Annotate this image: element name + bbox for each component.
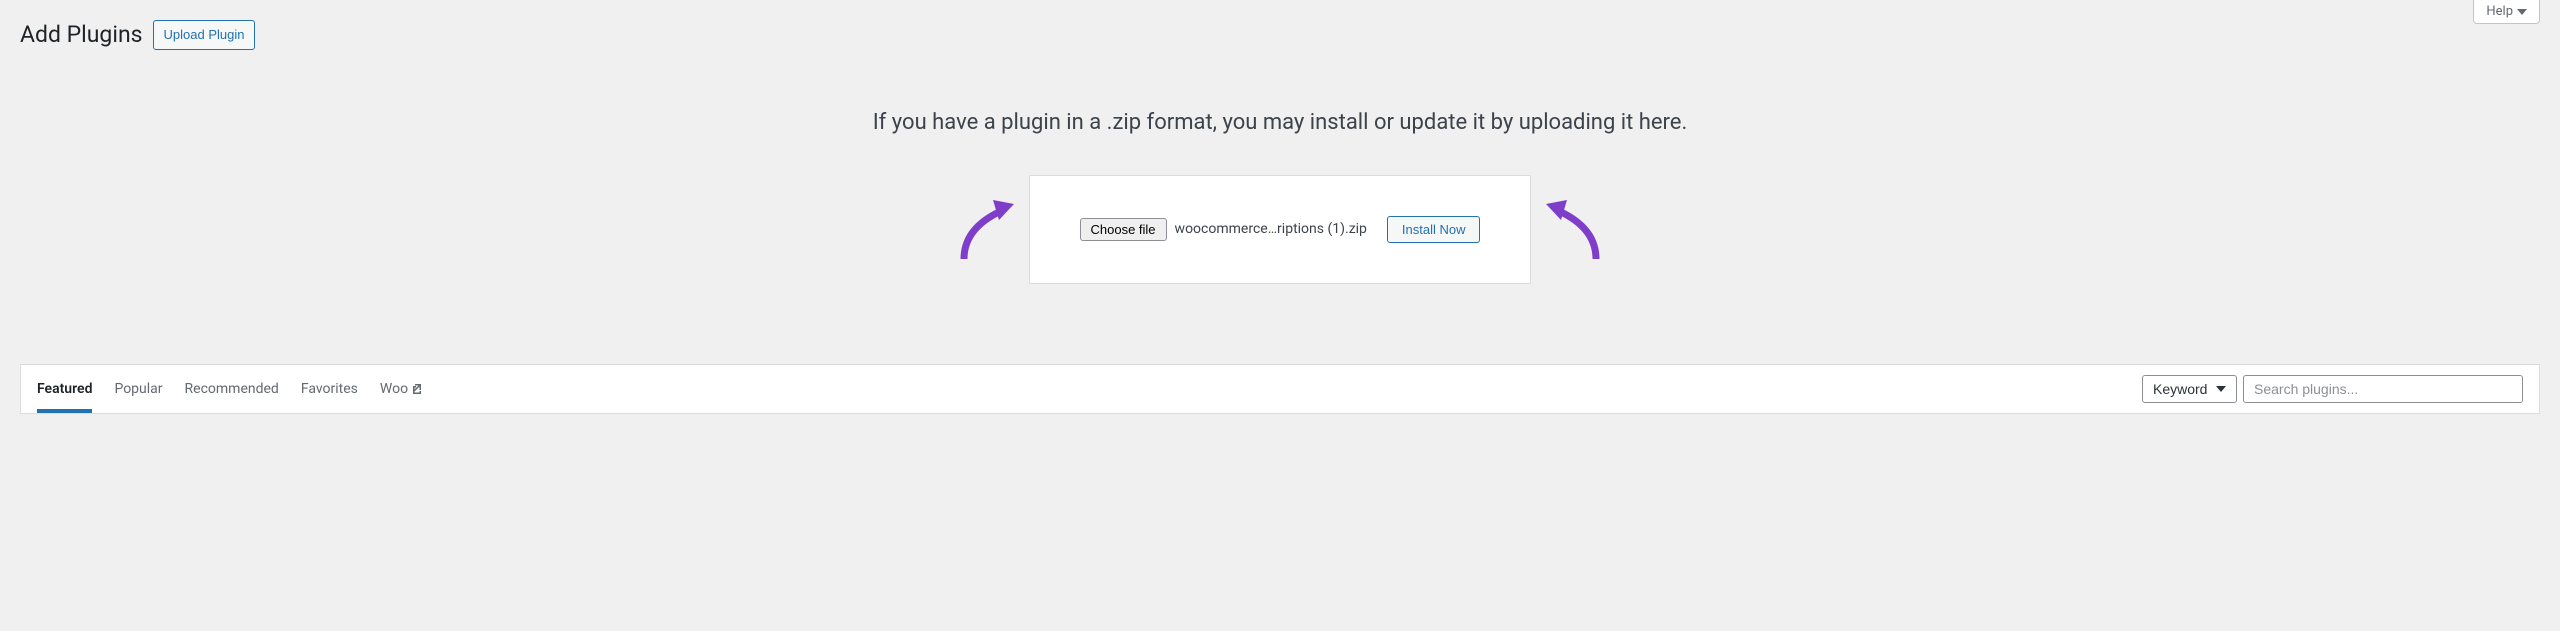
page-title: Add Plugins [20, 20, 143, 50]
install-now-button[interactable]: Install Now [1387, 216, 1481, 243]
filter-bar: Featured Popular Recommended Favorites W… [20, 364, 2540, 414]
help-label: Help [2486, 4, 2513, 19]
arrow-left-icon [959, 194, 1019, 264]
chevron-down-icon [2517, 7, 2527, 17]
tab-popular[interactable]: Popular [114, 365, 162, 413]
selected-file-name: woocommerce…riptions (1).zip [1175, 221, 1367, 237]
upload-dropzone: Choose file woocommerce…riptions (1).zip… [1029, 175, 1532, 284]
tab-favorites[interactable]: Favorites [301, 365, 358, 413]
external-link-icon [412, 383, 424, 395]
choose-file-button[interactable]: Choose file [1080, 218, 1167, 241]
filter-tabs: Featured Popular Recommended Favorites W… [37, 365, 424, 413]
keyword-select[interactable]: Keyword [2142, 375, 2237, 403]
upload-instructions: If you have a plugin in a .zip format, y… [20, 110, 2540, 135]
tab-woo-label: Woo [380, 381, 408, 397]
tab-featured[interactable]: Featured [37, 365, 92, 413]
search-input[interactable] [2243, 375, 2523, 403]
tab-woo[interactable]: Woo [380, 365, 424, 413]
arrow-right-icon [1541, 194, 1601, 264]
tab-recommended[interactable]: Recommended [185, 365, 279, 413]
upload-plugin-button[interactable]: Upload Plugin [153, 20, 256, 50]
help-tab[interactable]: Help [2473, 0, 2540, 24]
